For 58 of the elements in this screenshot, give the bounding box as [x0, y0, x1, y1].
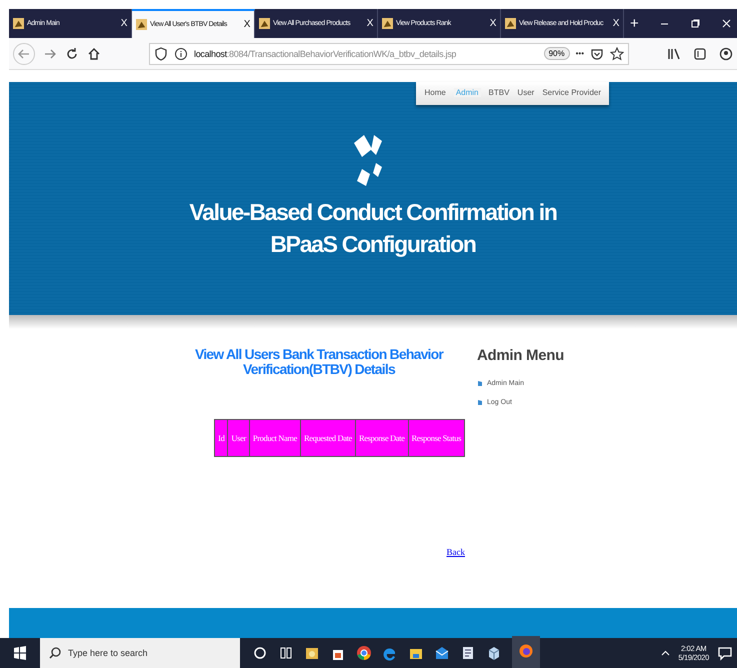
search-field[interactable]: Type here to search [40, 638, 240, 668]
library-icon[interactable] [667, 46, 681, 60]
task-view-icon[interactable] [278, 645, 294, 661]
back-button[interactable] [13, 42, 35, 64]
bullet-icon [477, 399, 483, 406]
box-icon[interactable] [486, 645, 502, 661]
star-icon[interactable] [610, 46, 624, 60]
close-tab-button[interactable]: X [244, 19, 250, 30]
windows-icon[interactable] [12, 645, 28, 661]
new-tab-button[interactable]: + [624, 9, 645, 38]
account-icon[interactable] [719, 46, 733, 60]
chevron-up-icon[interactable] [661, 648, 670, 658]
folder-icon[interactable] [304, 645, 320, 661]
column-header: Response Status [408, 420, 464, 456]
column-header: Response Date [355, 420, 408, 456]
zoom-level-button[interactable]: 90% [544, 47, 570, 60]
pocket-icon[interactable] [590, 46, 604, 60]
page-icon [13, 18, 24, 29]
column-header: Product Name [249, 420, 300, 456]
column-header: User [228, 420, 250, 456]
restore-icon[interactable] [691, 19, 700, 28]
page-heading: View All Users Bank Transaction Behavior Verification(BTBV) Details [194, 347, 445, 377]
forward-icon[interactable] [43, 46, 57, 60]
arrow-left-icon [17, 46, 31, 60]
firefox-icon[interactable] [518, 642, 534, 658]
close-tab-button[interactable]: X [612, 18, 619, 29]
back-link[interactable]: Back [446, 547, 465, 557]
nav-link[interactable]: Home [424, 88, 446, 97]
mail-icon[interactable] [434, 645, 450, 661]
address-bar[interactable]: localhost:8084/TransactionalBehaviorVerificationWK/a_btbv_details.jsp 90% ••• [149, 42, 629, 64]
close-tab-button[interactable]: X [490, 18, 496, 29]
site-title: Value-Based Conduct Confirmation in BPaaS Configuration [188, 198, 558, 259]
nav-link[interactable]: BTBV [488, 88, 510, 97]
home-icon[interactable] [87, 46, 101, 60]
nav-link[interactable]: Service Provider [542, 88, 601, 97]
sidebar-icon[interactable] [693, 46, 707, 60]
reload-icon[interactable] [65, 46, 79, 60]
info-icon[interactable] [174, 46, 188, 60]
page-icon [259, 18, 270, 29]
search-icon [48, 646, 62, 660]
column-header: Id [214, 420, 228, 456]
page-icon [505, 18, 516, 29]
close-icon[interactable] [722, 19, 731, 28]
nav-link[interactable]: User [517, 88, 534, 97]
close-tab-button[interactable]: X [366, 18, 373, 29]
close-tab-button[interactable]: X [120, 18, 127, 29]
page-actions-button[interactable]: ••• [576, 49, 584, 58]
cortana-icon[interactable] [252, 645, 268, 661]
column-header: Requested Date [300, 420, 356, 456]
page-icon [136, 19, 147, 30]
page-icon [382, 18, 393, 29]
chrome-icon[interactable] [356, 645, 372, 661]
menu-heading: Admin Menu [477, 347, 564, 364]
document-icon[interactable] [460, 645, 476, 661]
notification-icon[interactable] [717, 645, 733, 661]
url-text: localhost:8084/TransactionalBehaviorVerificationWK/a_btbv_details.jsp [194, 48, 458, 58]
shield-icon[interactable] [154, 46, 168, 60]
bullet-icon [477, 380, 483, 387]
